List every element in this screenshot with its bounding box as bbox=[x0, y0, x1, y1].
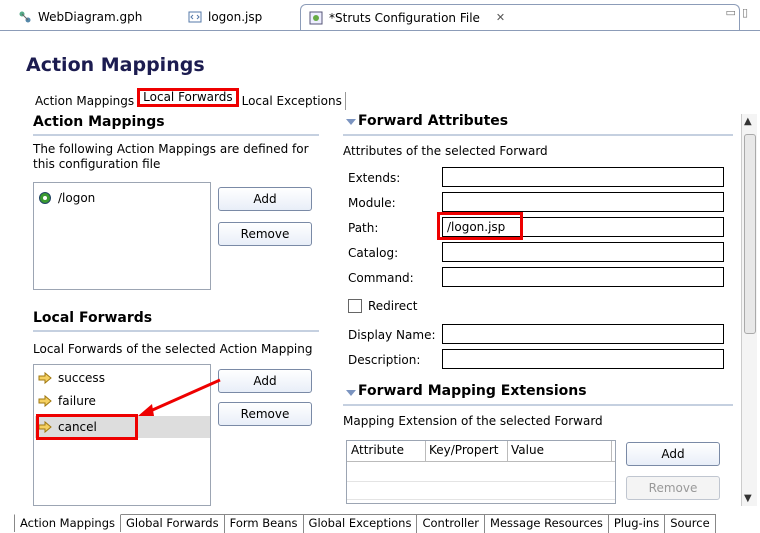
editor-tab-bar: WebDiagram.gph logon.jsp *Struts Configu… bbox=[0, 0, 760, 42]
tab-plug-ins[interactable]: Plug-ins bbox=[609, 515, 666, 533]
tab-struts-config[interactable]: *Struts Configuration File ✕ bbox=[300, 4, 740, 30]
module-field[interactable] bbox=[442, 192, 724, 212]
collapse-triangle-icon[interactable] bbox=[345, 117, 357, 127]
local-forwards-description: Local Forwards of the selected Action Ma… bbox=[33, 342, 313, 356]
tab-logon-jsp[interactable]: logon.jsp bbox=[180, 4, 270, 30]
section-divider bbox=[343, 134, 733, 136]
column-header[interactable]: Key/Propert bbox=[429, 443, 498, 457]
close-icon[interactable]: ✕ bbox=[496, 11, 505, 24]
redirect-checkbox[interactable] bbox=[348, 299, 362, 313]
extends-label: Extends: bbox=[348, 171, 401, 185]
add-local-forward-button[interactable]: Add bbox=[218, 369, 312, 393]
list-item-label: success bbox=[58, 371, 105, 385]
tab-label: *Struts Configuration File bbox=[329, 10, 480, 25]
cancel-highlight-box bbox=[36, 414, 138, 440]
command-label: Command: bbox=[348, 271, 414, 285]
redirect-label: Redirect bbox=[368, 299, 418, 313]
forward-attributes-title: Forward Attributes bbox=[358, 113, 509, 129]
mapping-extensions-table[interactable]: Attribute Key/Propert Value bbox=[346, 440, 616, 504]
tab-global-forwards[interactable]: Global Forwards bbox=[121, 515, 225, 533]
local-forwards-title: Local Forwards bbox=[33, 310, 153, 326]
table-row bbox=[347, 499, 615, 500]
mapping-extensions-description: Mapping Extension of the selected Forwar… bbox=[343, 414, 603, 428]
forward-mapping-extensions-title: Forward Mapping Extensions bbox=[358, 383, 587, 399]
forward-attributes-description: Attributes of the selected Forward bbox=[343, 144, 548, 158]
list-item[interactable]: failure bbox=[38, 390, 96, 412]
column-divider bbox=[507, 441, 508, 461]
tab-webdiagram[interactable]: WebDiagram.gph bbox=[10, 4, 150, 30]
subtab-local-exceptions[interactable]: Local Exceptions bbox=[239, 92, 345, 110]
remove-action-mapping-button[interactable]: Remove bbox=[218, 222, 312, 246]
column-divider bbox=[611, 441, 612, 461]
page-title: Action Mappings bbox=[26, 54, 205, 76]
list-item[interactable]: /logon bbox=[38, 187, 95, 209]
section-divider bbox=[33, 330, 319, 332]
tab-message-resources[interactable]: Message Resources bbox=[485, 515, 609, 533]
bottom-tab-bar: Action Mappings Global Forwards Form Bea… bbox=[14, 514, 716, 533]
list-item-label: /logon bbox=[58, 191, 96, 205]
action-mappings-description: The following Action Mappings are define… bbox=[33, 142, 309, 171]
tab-action-mappings[interactable]: Action Mappings bbox=[14, 514, 122, 532]
module-label: Module: bbox=[348, 196, 396, 210]
path-label: Path: bbox=[348, 221, 379, 235]
diagram-icon bbox=[19, 11, 31, 23]
jsp-file-icon bbox=[188, 11, 202, 23]
catalog-field[interactable] bbox=[442, 242, 724, 262]
path-highlight-box bbox=[437, 212, 523, 240]
display-name-field[interactable] bbox=[442, 324, 724, 344]
tab-global-exceptions[interactable]: Global Exceptions bbox=[304, 515, 418, 533]
list-item[interactable]: success bbox=[38, 367, 105, 389]
window-controls-icon[interactable]: ▭▯ bbox=[726, 6, 754, 19]
list-item-label: failure bbox=[58, 394, 96, 408]
table-row bbox=[347, 481, 615, 482]
gear-icon bbox=[39, 192, 51, 204]
description-label: Description: bbox=[348, 353, 421, 367]
annotation-arrow-icon bbox=[138, 378, 221, 416]
collapse-triangle-icon[interactable] bbox=[345, 388, 357, 398]
scroll-up-icon[interactable]: ▲ bbox=[744, 116, 752, 127]
section-divider bbox=[343, 404, 733, 406]
display-name-label: Display Name: bbox=[348, 328, 436, 342]
tab-label: logon.jsp bbox=[208, 10, 263, 24]
subtab-local-forwards[interactable]: Local Forwards bbox=[137, 88, 239, 107]
column-divider bbox=[425, 441, 426, 461]
table-header-rule bbox=[347, 461, 615, 462]
forward-arrow-icon bbox=[38, 371, 52, 385]
action-mappings-list[interactable]: /logon bbox=[33, 182, 211, 290]
remove-local-forward-button[interactable]: Remove bbox=[218, 402, 312, 426]
tab-divider bbox=[0, 30, 760, 31]
extends-field[interactable] bbox=[442, 167, 724, 187]
command-field[interactable] bbox=[442, 267, 724, 287]
scroll-down-icon[interactable]: ▼ bbox=[744, 493, 752, 504]
add-action-mapping-button[interactable]: Add bbox=[218, 187, 312, 211]
catalog-label: Catalog: bbox=[348, 246, 399, 260]
description-field[interactable] bbox=[442, 349, 724, 369]
forward-arrow-icon bbox=[38, 394, 52, 408]
vertical-scrollbar[interactable]: ▲ ▼ bbox=[741, 114, 757, 506]
scrollbar-thumb[interactable] bbox=[744, 134, 756, 334]
action-mappings-title: Action Mappings bbox=[33, 114, 165, 130]
tab-controller[interactable]: Controller bbox=[417, 515, 486, 533]
column-header[interactable]: Value bbox=[511, 443, 544, 457]
tab-label: WebDiagram.gph bbox=[38, 10, 143, 24]
subtab-action-mappings[interactable]: Action Mappings bbox=[32, 92, 137, 110]
sub-tab-bar: Action Mappings Local Forwards Local Exc… bbox=[32, 88, 346, 110]
section-divider bbox=[33, 134, 319, 136]
tab-form-beans[interactable]: Form Beans bbox=[225, 515, 304, 533]
add-extension-button[interactable]: Add bbox=[626, 442, 720, 466]
tab-source[interactable]: Source bbox=[665, 515, 716, 533]
remove-extension-button[interactable]: Remove bbox=[626, 476, 720, 500]
column-header[interactable]: Attribute bbox=[351, 443, 404, 457]
struts-config-icon bbox=[309, 11, 323, 24]
